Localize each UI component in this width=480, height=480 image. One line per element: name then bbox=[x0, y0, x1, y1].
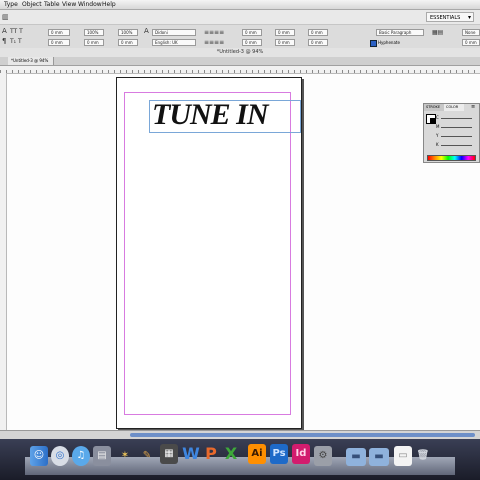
align-icons[interactable]: ≡≡≡≡ bbox=[204, 29, 224, 36]
app-icon[interactable]: ✎ bbox=[138, 446, 156, 466]
slider-m[interactable] bbox=[441, 127, 472, 128]
language-field[interactable]: English: UK bbox=[152, 39, 196, 46]
document-window-title: *Untitled-3 @ 94% bbox=[0, 48, 480, 57]
vertical-scale-field[interactable]: 100% bbox=[84, 29, 104, 36]
menu-type[interactable]: Type bbox=[4, 1, 18, 8]
baseline-field[interactable]: 0 mm bbox=[84, 39, 104, 46]
workspace-switcher[interactable]: ESSENTIALS bbox=[426, 12, 474, 23]
hyphenate-checkbox[interactable] bbox=[370, 40, 377, 47]
menu-help[interactable]: Help bbox=[102, 1, 116, 8]
panel-menu-icon[interactable]: ≡ bbox=[471, 104, 475, 110]
horizontal-scale-field[interactable]: 100% bbox=[118, 29, 138, 36]
indesign-icon[interactable]: Id bbox=[292, 444, 310, 464]
horizontal-ruler[interactable] bbox=[0, 66, 480, 74]
menu-window[interactable]: Window bbox=[78, 1, 102, 8]
document-tab[interactable]: *Untitled-3 @ 94% bbox=[8, 57, 54, 65]
system-preferences-icon[interactable]: ⚙ bbox=[314, 446, 332, 466]
vertical-ruler[interactable] bbox=[0, 73, 7, 430]
word-icon[interactable]: W bbox=[182, 444, 200, 464]
space-before-field[interactable]: 0 mm bbox=[308, 29, 328, 36]
itunes-icon[interactable]: ♫ bbox=[72, 446, 90, 466]
folder-icon[interactable]: ▬ bbox=[346, 448, 366, 466]
finder-icon[interactable]: ☺ bbox=[30, 446, 48, 466]
illustrator-icon[interactable]: Ai bbox=[248, 444, 266, 464]
indent-left-field[interactable]: 0 mm bbox=[242, 29, 262, 36]
application-bar bbox=[0, 10, 480, 25]
columns-field[interactable]: 0 mm bbox=[462, 39, 480, 46]
menu-table[interactable]: Table bbox=[44, 1, 60, 8]
none-field[interactable]: None bbox=[462, 29, 480, 36]
paragraph-style-field[interactable]: Basic Paragraph bbox=[376, 29, 424, 36]
excel-icon[interactable]: X bbox=[222, 444, 240, 464]
slider-y[interactable] bbox=[441, 136, 472, 137]
slider-row-m: M bbox=[426, 123, 477, 131]
tab-stroke[interactable]: STROKE bbox=[424, 104, 444, 111]
indent-first-field[interactable]: 0 mm bbox=[242, 39, 262, 46]
calendar-icon[interactable]: ▤ bbox=[93, 446, 111, 466]
typography-icons[interactable]: TT T bbox=[10, 28, 23, 35]
justify-icons[interactable]: ≡≡≡≡ bbox=[204, 39, 224, 46]
powerpoint-icon[interactable]: P bbox=[202, 444, 220, 464]
document-tab-bar bbox=[0, 57, 480, 66]
document-icon[interactable]: ▭ bbox=[394, 446, 412, 466]
tab-color[interactable]: COLOR bbox=[444, 104, 464, 111]
indent-right-field[interactable]: 0 mm bbox=[275, 29, 295, 36]
kerning-field[interactable]: 0 mm bbox=[48, 29, 70, 36]
margin-guides bbox=[124, 92, 291, 415]
folder-icon-2[interactable]: ▬ bbox=[369, 448, 389, 466]
panel-toggle-icon[interactable]: ▥ bbox=[2, 14, 9, 21]
character-mode-icon[interactable]: A bbox=[2, 28, 7, 35]
column-icons[interactable]: ▦▤ bbox=[432, 29, 443, 36]
clapper-icon[interactable]: ▦ bbox=[160, 444, 178, 464]
photoshop-icon[interactable]: Ps bbox=[270, 444, 288, 464]
leading-field[interactable]: 0 mm bbox=[48, 39, 70, 46]
headline-text[interactable]: TUNE IN bbox=[152, 98, 269, 132]
color-spectrum[interactable] bbox=[427, 155, 476, 161]
dock-shelf bbox=[25, 457, 455, 475]
slider-k[interactable] bbox=[441, 145, 472, 146]
trash-icon[interactable]: 🗑 bbox=[414, 446, 432, 466]
menu-bar: Type Object Table View Window Help bbox=[0, 0, 480, 10]
dashboard-icon[interactable]: ◎ bbox=[51, 446, 69, 466]
space-after-field[interactable]: 0 mm bbox=[275, 39, 295, 46]
skew-field[interactable]: 0 mm bbox=[118, 39, 138, 46]
font-family-field[interactable]: Didoni bbox=[152, 29, 196, 36]
slider-row-k: K bbox=[426, 141, 477, 149]
directory-utility-icon[interactable]: ✶ bbox=[116, 446, 134, 466]
hyphenate-label: Hyphenate bbox=[378, 40, 400, 45]
paragraph-mode-icon[interactable]: ¶ bbox=[2, 38, 6, 45]
menu-object[interactable]: Object bbox=[22, 1, 42, 8]
slider-row-y: Y bbox=[426, 132, 477, 140]
drop-cap-field[interactable]: 0 mm bbox=[308, 39, 328, 46]
text-color-icon[interactable]: A bbox=[144, 28, 149, 35]
color-panel: STROKE COLOR ≡ C M Y K bbox=[423, 103, 480, 163]
menu-view[interactable]: View bbox=[62, 1, 76, 8]
slider-c[interactable] bbox=[441, 118, 472, 119]
horizontal-scrollbar[interactable] bbox=[130, 433, 475, 437]
slider-row-c: C bbox=[426, 114, 477, 122]
typography-icons-2[interactable]: T₁ T bbox=[10, 38, 22, 45]
